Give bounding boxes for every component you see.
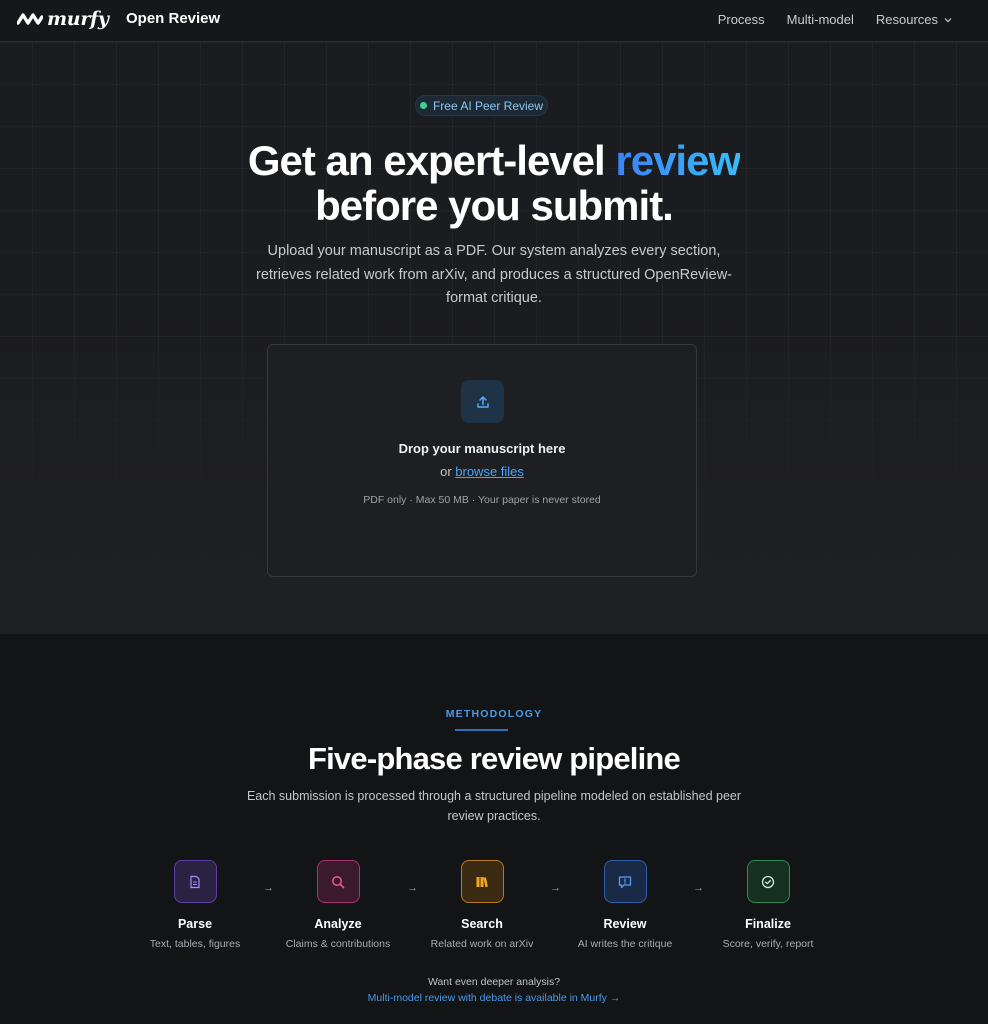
nav-link-multi-model[interactable]: Multi-model bbox=[787, 12, 854, 27]
hero-title-accent: review bbox=[615, 137, 741, 184]
hero-title-part1: Get an expert-level bbox=[247, 137, 616, 184]
step-desc: Text, tables, figures bbox=[149, 938, 241, 950]
dropzone-or: or bbox=[440, 464, 456, 479]
status-badge: Free AI Peer Review bbox=[415, 95, 548, 116]
step-desc: AI writes the critique bbox=[577, 938, 673, 950]
status-dot-icon bbox=[419, 102, 427, 109]
hero-title-line2: before you submit. bbox=[315, 182, 674, 229]
step-title: Search bbox=[461, 917, 503, 931]
magnify-icon bbox=[316, 860, 360, 903]
multi-model-review-link[interactable]: Multi-model review with debate is availa… bbox=[0, 992, 988, 1004]
brand-logo[interactable]: murfy bbox=[17, 8, 109, 30]
pipeline-step-finalize: Finalize Score, verify, report bbox=[703, 860, 833, 950]
hero-section: Free AI Peer Review Get an expert-level … bbox=[0, 42, 988, 634]
chevron-down-icon bbox=[944, 17, 952, 22]
upload-dropzone[interactable]: Drop your manuscript here or browse file… bbox=[267, 344, 697, 577]
hero-title: Get an expert-level review before you su… bbox=[0, 138, 988, 228]
dropzone-title: Drop your manuscript here bbox=[398, 441, 566, 456]
pipeline-step-review: Review AI writes the critique bbox=[560, 860, 690, 950]
upload-arrow-icon bbox=[476, 395, 489, 408]
murfy-logo-icon bbox=[17, 13, 43, 25]
dropzone-or-line: or browse files bbox=[268, 464, 696, 479]
document-icon bbox=[173, 860, 217, 903]
browse-files-link[interactable]: browse files bbox=[455, 464, 524, 479]
step-desc: Claims & contributions bbox=[285, 938, 391, 950]
comment-icon bbox=[603, 860, 647, 903]
nav-link-resources-label: Resources bbox=[875, 12, 938, 27]
upload-icon bbox=[461, 380, 504, 423]
pipeline-step-parse: Parse Text, tables, figures bbox=[130, 860, 260, 950]
product-title[interactable]: Open Review bbox=[126, 10, 220, 27]
methodology-title: Five-phase review pipeline bbox=[307, 741, 681, 776]
methodology-eyebrow: METHODOLOGY bbox=[445, 708, 543, 720]
check-circle-icon bbox=[746, 860, 790, 903]
deeper-analysis-question: Want even deeper analysis? bbox=[427, 976, 561, 988]
nav-link-process[interactable]: Process bbox=[718, 12, 765, 27]
books-icon bbox=[460, 860, 504, 903]
hero-subtitle: Upload your manuscript as a PDF. Our sys… bbox=[255, 243, 732, 306]
step-desc: Related work on arXiv bbox=[430, 938, 534, 950]
step-title: Review bbox=[603, 917, 647, 931]
badge-label: Free AI Peer Review bbox=[432, 98, 544, 113]
step-desc: Score, verify, report bbox=[722, 938, 814, 950]
nav-link-resources[interactable]: Resources bbox=[876, 12, 952, 27]
dropzone-note: PDF only · Max 50 MB · Your paper is nev… bbox=[363, 494, 601, 506]
pipeline-step-search: Search Related work on arXiv bbox=[417, 860, 547, 950]
step-title: Finalize bbox=[745, 917, 791, 931]
methodology-subtitle: Each submission is processed through a s… bbox=[246, 789, 742, 823]
eyebrow-underline bbox=[455, 729, 508, 731]
step-title: Parse bbox=[177, 917, 213, 931]
pipeline-step-analyze: Analyze Claims & contributions bbox=[273, 860, 403, 950]
top-nav: murfy Open Review Process Multi-model Re… bbox=[0, 0, 988, 42]
brand-name: murfy bbox=[47, 8, 109, 30]
methodology-section: METHODOLOGY Five-phase review pipeline E… bbox=[0, 634, 988, 1024]
nav-links: Process Multi-model Resources bbox=[718, 12, 952, 27]
step-title: Analyze bbox=[314, 917, 362, 931]
